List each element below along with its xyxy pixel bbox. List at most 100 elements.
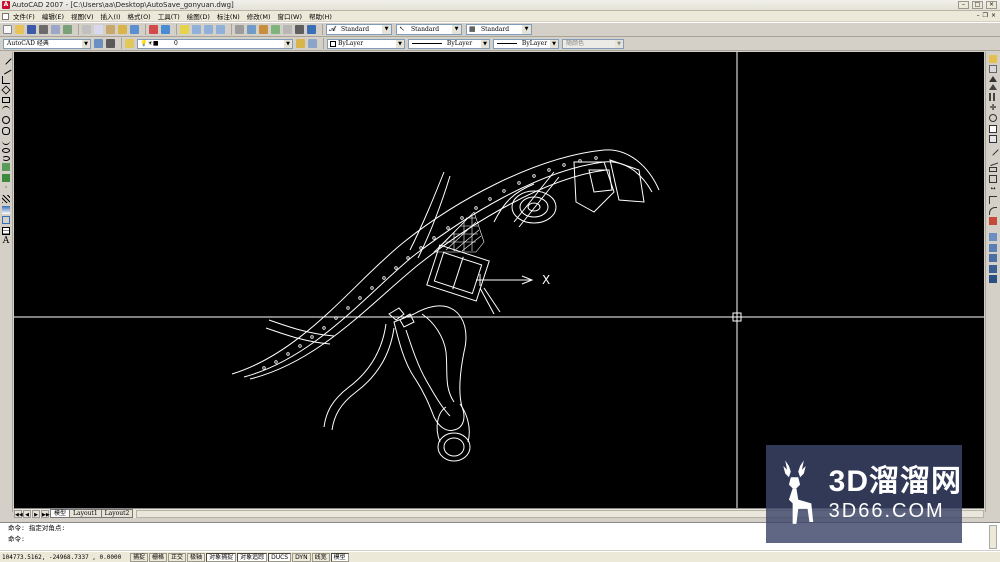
tab-layout1[interactable]: Layout1 bbox=[69, 509, 102, 518]
text-style-select[interactable]: 𝓐 Standard ▼ bbox=[326, 24, 392, 35]
first-tab-icon[interactable]: ◀◀ bbox=[14, 509, 23, 518]
drawing-canvas[interactable]: X bbox=[14, 52, 984, 508]
send-to-back-icon[interactable] bbox=[989, 254, 997, 263]
rotate-icon[interactable] bbox=[989, 114, 997, 123]
revision-cloud-icon[interactable] bbox=[2, 126, 10, 135]
fillet-icon[interactable] bbox=[989, 206, 997, 215]
workspace-save-icon[interactable] bbox=[106, 39, 115, 48]
move-icon[interactable]: ✛ bbox=[989, 103, 997, 112]
markup-icon[interactable] bbox=[283, 25, 292, 34]
workspace-settings-icon[interactable] bbox=[94, 39, 103, 48]
zoom-previous-icon[interactable] bbox=[216, 25, 225, 34]
menu-format[interactable]: 格式(O) bbox=[128, 11, 151, 21]
trim-icon[interactable] bbox=[987, 144, 999, 156]
draw-order-icon[interactable] bbox=[989, 233, 997, 242]
extend-icon[interactable] bbox=[987, 155, 999, 166]
zoom-window-icon[interactable] bbox=[204, 25, 213, 34]
lineweight-select[interactable]: ByLayer ▼ bbox=[493, 38, 559, 49]
ellipse-icon[interactable] bbox=[2, 147, 10, 153]
stretch-icon[interactable] bbox=[989, 135, 997, 144]
layer-manager-icon[interactable] bbox=[125, 39, 134, 48]
help-icon[interactable] bbox=[307, 25, 316, 34]
redo-icon[interactable] bbox=[161, 25, 170, 34]
mirror-icon[interactable] bbox=[989, 75, 997, 82]
copy-object-icon[interactable] bbox=[989, 65, 997, 74]
arc-icon[interactable] bbox=[2, 105, 10, 114]
polygon-icon[interactable] bbox=[1, 85, 11, 95]
lineweight-toggle[interactable]: 线宽 bbox=[311, 552, 330, 562]
sheet-set-icon[interactable] bbox=[271, 25, 280, 34]
design-center-icon[interactable] bbox=[247, 25, 256, 34]
table-style-select[interactable]: ▦ Standard ▼ bbox=[466, 24, 532, 35]
send-under-icon[interactable] bbox=[989, 275, 997, 284]
dyn-toggle[interactable]: DYN bbox=[292, 552, 311, 562]
new-file-icon[interactable] bbox=[3, 25, 12, 34]
menu-tools[interactable]: 工具(T) bbox=[158, 11, 180, 21]
color-select[interactable]: ByLayer ▼ bbox=[327, 38, 405, 49]
previous-tab-icon[interactable]: ◀ bbox=[23, 509, 31, 518]
array-icon[interactable] bbox=[989, 92, 997, 101]
properties-icon[interactable] bbox=[235, 25, 244, 34]
break-at-point-icon[interactable] bbox=[989, 167, 997, 173]
tab-model[interactable]: 模型 bbox=[50, 509, 71, 518]
offset-icon[interactable] bbox=[989, 84, 997, 91]
menu-edit[interactable]: 编辑(E) bbox=[42, 11, 64, 21]
document-icon[interactable] bbox=[2, 12, 9, 20]
tab-layout2[interactable]: Layout2 bbox=[100, 509, 134, 518]
ducs-toggle[interactable]: DUCS bbox=[268, 552, 292, 562]
grid-toggle[interactable]: 栅格 bbox=[149, 552, 168, 562]
match-properties-icon[interactable] bbox=[118, 25, 127, 34]
line-icon[interactable] bbox=[0, 52, 12, 65]
menu-file[interactable]: 文件(F) bbox=[13, 11, 35, 21]
bring-above-icon[interactable] bbox=[989, 264, 997, 273]
break-icon[interactable] bbox=[989, 174, 997, 183]
otrack-toggle[interactable]: 对象追踪 bbox=[237, 552, 268, 562]
zoom-realtime-icon[interactable] bbox=[192, 25, 201, 34]
plot-preview-icon[interactable] bbox=[51, 25, 60, 34]
layer-previous-icon[interactable] bbox=[308, 39, 317, 48]
last-tab-icon[interactable]: ▶▶ bbox=[41, 509, 50, 518]
menu-dimension[interactable]: 标注(N) bbox=[217, 11, 240, 21]
snap-toggle[interactable]: 捕捉 bbox=[130, 552, 149, 562]
scale-icon[interactable] bbox=[989, 124, 997, 133]
layer-select[interactable]: 💡☀■ 0 ▼ bbox=[137, 38, 293, 49]
pan-icon[interactable] bbox=[180, 25, 189, 34]
menu-view[interactable]: 视图(V) bbox=[71, 11, 94, 21]
bring-to-front-icon[interactable] bbox=[989, 243, 997, 252]
undo-icon[interactable] bbox=[149, 25, 158, 34]
gradient-icon[interactable] bbox=[2, 205, 10, 214]
make-object-layer-current-icon[interactable] bbox=[296, 39, 305, 48]
make-block-icon[interactable] bbox=[2, 173, 10, 182]
menu-insert[interactable]: 插入(I) bbox=[101, 11, 121, 21]
explode-icon[interactable] bbox=[989, 217, 997, 226]
next-tab-icon[interactable]: ▶ bbox=[32, 509, 40, 518]
doc-minimize-icon[interactable]: – bbox=[977, 12, 980, 19]
copy-icon[interactable] bbox=[94, 25, 103, 34]
doc-close-icon[interactable]: × bbox=[991, 12, 996, 19]
paste-icon[interactable] bbox=[106, 25, 115, 34]
minimize-icon[interactable]: – bbox=[958, 1, 969, 9]
hatch-icon[interactable] bbox=[2, 194, 10, 203]
circle-icon[interactable] bbox=[2, 116, 10, 125]
menu-window[interactable]: 窗口(W) bbox=[277, 11, 302, 21]
rectangle-icon[interactable] bbox=[2, 96, 10, 103]
join-icon[interactable]: ↔ bbox=[989, 185, 997, 193]
chamfer-icon[interactable] bbox=[989, 195, 997, 204]
table-icon[interactable] bbox=[2, 226, 10, 235]
save-icon[interactable] bbox=[27, 25, 36, 34]
cut-icon[interactable] bbox=[82, 25, 91, 34]
osnap-toggle[interactable]: 对象捕捉 bbox=[206, 552, 237, 562]
linetype-select[interactable]: ByLayer ▼ bbox=[408, 38, 490, 49]
open-file-icon[interactable] bbox=[15, 25, 24, 34]
menu-help[interactable]: 帮助(H) bbox=[309, 11, 332, 21]
construction-line-icon[interactable] bbox=[0, 63, 12, 75]
insert-block-icon[interactable] bbox=[2, 163, 10, 172]
calculator-icon[interactable] bbox=[295, 25, 304, 34]
region-icon[interactable] bbox=[2, 216, 10, 225]
erase-icon[interactable] bbox=[989, 54, 997, 63]
block-editor-icon[interactable] bbox=[130, 25, 139, 34]
publish-icon[interactable] bbox=[63, 25, 72, 34]
plot-icon[interactable] bbox=[39, 25, 48, 34]
multiline-text-icon[interactable]: A bbox=[2, 237, 10, 246]
ortho-toggle[interactable]: 正交 bbox=[168, 552, 187, 562]
